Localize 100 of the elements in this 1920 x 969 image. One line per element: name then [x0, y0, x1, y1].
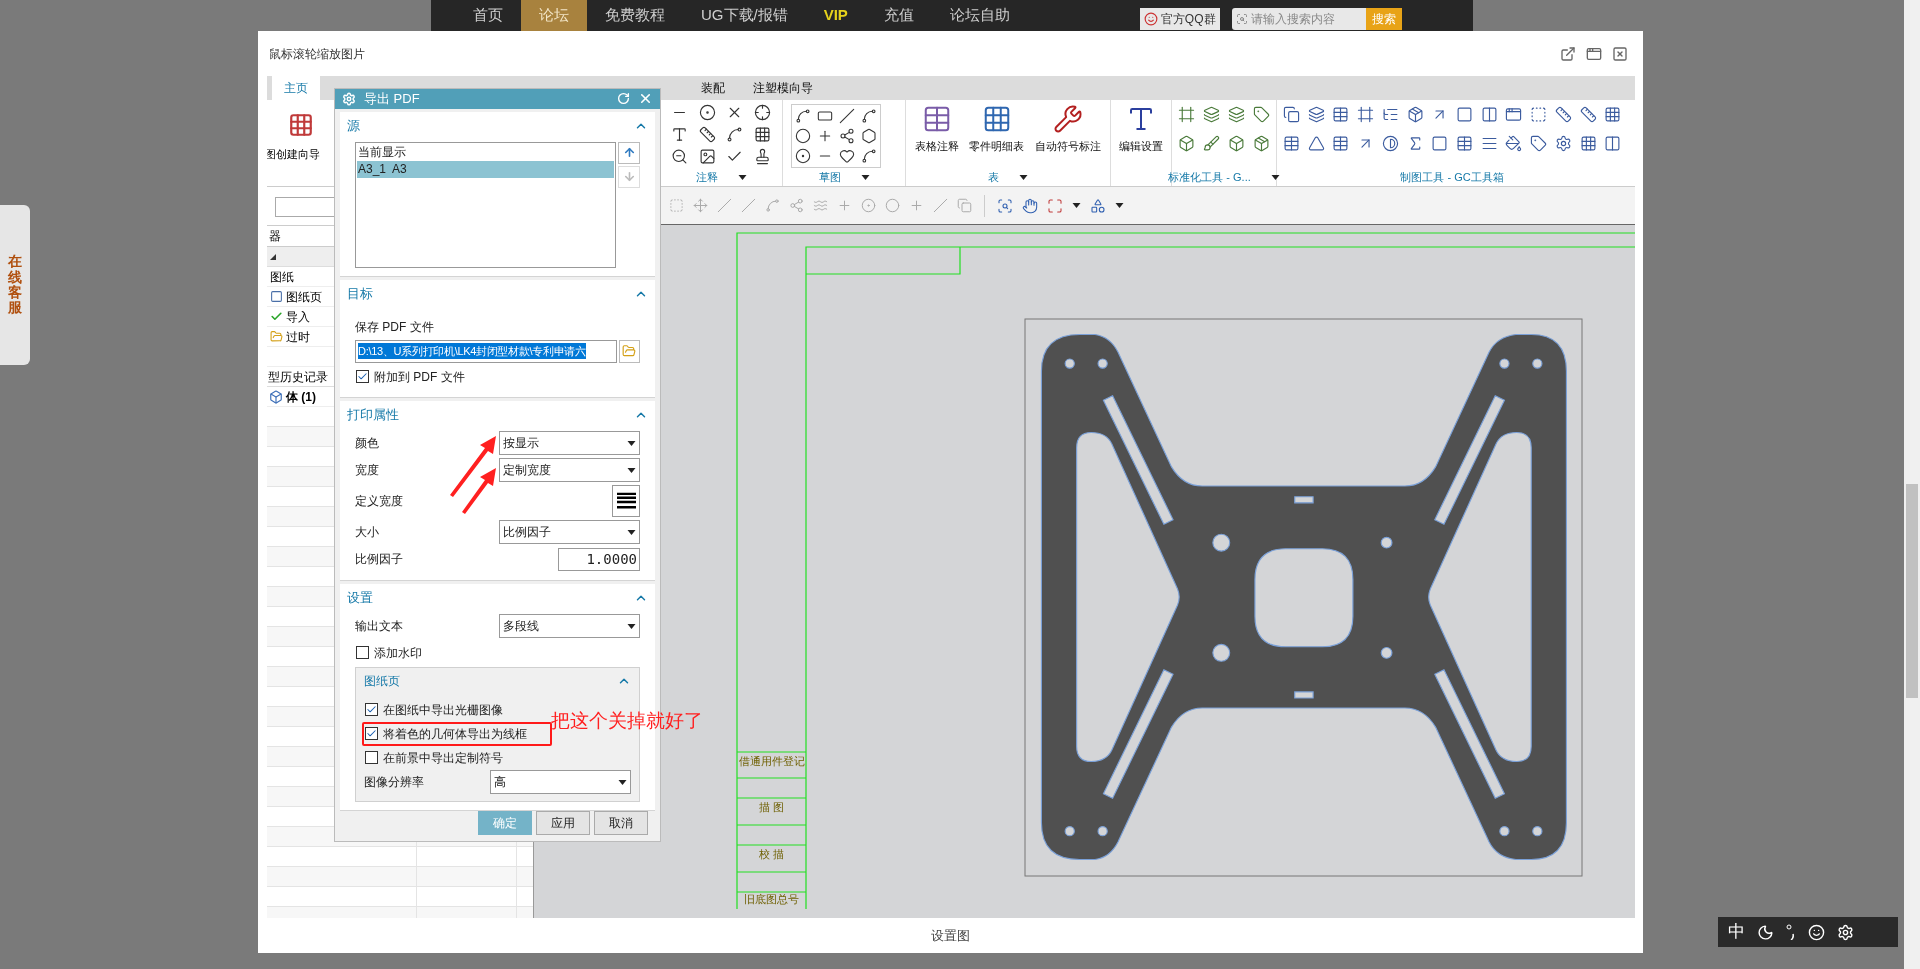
- heart-icon[interactable]: [839, 148, 855, 164]
- tree-icon[interactable]: [1381, 106, 1399, 123]
- ribbon-button[interactable]: 零件明细表: [969, 104, 1025, 155]
- text-frame-icon[interactable]: [671, 126, 688, 143]
- ruler-icon[interactable]: [1554, 106, 1572, 123]
- box-icon[interactable]: [1178, 135, 1195, 152]
- punctuation-icon[interactable]: [1786, 924, 1796, 940]
- square-icon[interactable]: [1456, 106, 1473, 123]
- curve-icon[interactable]: [726, 126, 743, 143]
- ribbon-button[interactable]: 自动符号标注: [1034, 104, 1101, 155]
- tag-icon[interactable]: [1530, 135, 1548, 152]
- panel-icon[interactable]: [1480, 106, 1498, 123]
- half-circle-icon[interactable]: [1381, 135, 1399, 152]
- dropdown[interactable]: 多段线: [499, 614, 640, 638]
- arc-icon[interactable]: [861, 108, 877, 124]
- polyline-icon[interactable]: [839, 128, 855, 144]
- circle-dot-icon[interactable]: [861, 198, 876, 213]
- search-field[interactable]: 请输入搜索内容: [1231, 8, 1366, 30]
- ribbon-tab[interactable]: 装配: [689, 76, 737, 100]
- dialog-button[interactable]: 取消: [594, 810, 648, 835]
- scrollbar[interactable]: [1904, 0, 1920, 969]
- image-icon[interactable]: [698, 148, 716, 165]
- ime-mode[interactable]: 中: [1728, 919, 1745, 945]
- checkbox[interactable]: [365, 703, 378, 716]
- number-field[interactable]: 1.0000: [558, 547, 640, 571]
- checkbox[interactable]: [356, 646, 369, 659]
- grid-table-icon[interactable]: [982, 104, 1012, 134]
- curve-icon[interactable]: [861, 148, 877, 164]
- list-item[interactable]: A3_1 A3: [357, 160, 614, 178]
- crosshair-icon[interactable]: [753, 104, 771, 121]
- rectangle-icon[interactable]: [817, 108, 833, 124]
- list-item[interactable]: 当前显示: [357, 143, 614, 161]
- table-icon[interactable]: [1332, 135, 1350, 152]
- dialog-button[interactable]: 应用: [536, 810, 590, 835]
- move-up-button[interactable]: [618, 141, 640, 164]
- nav-link[interactable]: 免费教程: [587, 0, 683, 31]
- square-icon[interactable]: [1431, 135, 1449, 152]
- dropdown[interactable]: 按显示: [499, 431, 640, 455]
- nav-link[interactable]: 充值: [865, 0, 932, 31]
- dropdown[interactable]: 比例因子: [499, 520, 640, 544]
- moon-icon[interactable]: [1757, 923, 1774, 941]
- gear-icon[interactable]: [1554, 135, 1572, 152]
- ribbon-tab[interactable]: 主页: [272, 76, 320, 100]
- zoom-out-icon[interactable]: [671, 148, 688, 165]
- dashed-square-icon[interactable]: [1530, 106, 1548, 123]
- triangle-icon[interactable]: [1307, 135, 1325, 152]
- settings-icon[interactable]: [1837, 923, 1854, 941]
- brush-icon[interactable]: [1203, 135, 1220, 152]
- nav-link[interactable]: 论坛自助: [931, 0, 1028, 31]
- panel-icon[interactable]: [1604, 135, 1622, 152]
- box-icon[interactable]: [1228, 135, 1245, 152]
- nav-link[interactable]: VIP: [805, 0, 866, 31]
- ribbon-button[interactable]: 编辑设置: [1119, 104, 1163, 155]
- line-width-button[interactable]: [612, 485, 640, 517]
- balloon-icon[interactable]: [698, 104, 716, 121]
- ruler-icon[interactable]: [698, 126, 716, 143]
- table-icon[interactable]: [1283, 135, 1300, 152]
- close-icon[interactable]: [1612, 45, 1628, 62]
- file-path-field[interactable]: D:\13、U系列打印机\LK4封闭型材款\专利申请六: [355, 339, 617, 363]
- ruler-icon[interactable]: [1579, 106, 1597, 123]
- window-icon[interactable]: [1505, 106, 1523, 123]
- window-icon[interactable]: [1586, 45, 1602, 62]
- checkbox[interactable]: [365, 727, 378, 740]
- circle-icon[interactable]: [795, 128, 811, 144]
- reset-icon[interactable]: [617, 92, 630, 106]
- grid-icon[interactable]: [1604, 106, 1622, 123]
- ribbon-button[interactable]: 表格注释: [915, 104, 960, 155]
- dropdown[interactable]: 高: [490, 770, 631, 794]
- hexagon-icon[interactable]: [861, 128, 877, 144]
- side-tab[interactable]: 在线客服: [0, 205, 30, 365]
- layers-icon[interactable]: [1203, 106, 1220, 123]
- tag-icon[interactable]: [1253, 106, 1270, 123]
- shapes-icon[interactable]: [1090, 197, 1106, 214]
- layers-icon[interactable]: [1307, 106, 1325, 123]
- stamp-icon[interactable]: [753, 148, 771, 165]
- nav-link[interactable]: 首页: [455, 0, 521, 31]
- copy-icon[interactable]: [1283, 106, 1300, 123]
- smiley-icon[interactable]: [1808, 923, 1825, 941]
- grid-icon[interactable]: [1579, 135, 1597, 152]
- zoom-window-icon[interactable]: [997, 197, 1013, 214]
- layers-icon[interactable]: [1228, 106, 1245, 123]
- text-lines-icon[interactable]: [1480, 135, 1498, 152]
- dropdown[interactable]: 定制宽度: [499, 458, 640, 482]
- table-icon[interactable]: [1332, 106, 1350, 123]
- qq-group-button[interactable]: 官方QQ群: [1139, 8, 1220, 30]
- line-icon[interactable]: [839, 108, 855, 124]
- checkbox[interactable]: [356, 370, 369, 383]
- plus-icon[interactable]: [817, 128, 833, 144]
- table-icon[interactable]: [1456, 135, 1473, 152]
- pan-icon[interactable]: [1022, 197, 1038, 214]
- checkbox[interactable]: [365, 751, 378, 764]
- package-icon[interactable]: [1253, 135, 1270, 152]
- nav-link[interactable]: UG下载/报错: [683, 0, 806, 31]
- wrench-icon[interactable]: [1052, 104, 1083, 134]
- curve-icon[interactable]: [795, 108, 811, 124]
- package-icon[interactable]: [1406, 106, 1424, 123]
- ribbon-tab[interactable]: 注塑模向导: [741, 76, 825, 100]
- scrollbar-thumb[interactable]: [1906, 484, 1918, 698]
- paint-icon[interactable]: [1505, 135, 1523, 152]
- external-link-icon[interactable]: [1560, 45, 1576, 62]
